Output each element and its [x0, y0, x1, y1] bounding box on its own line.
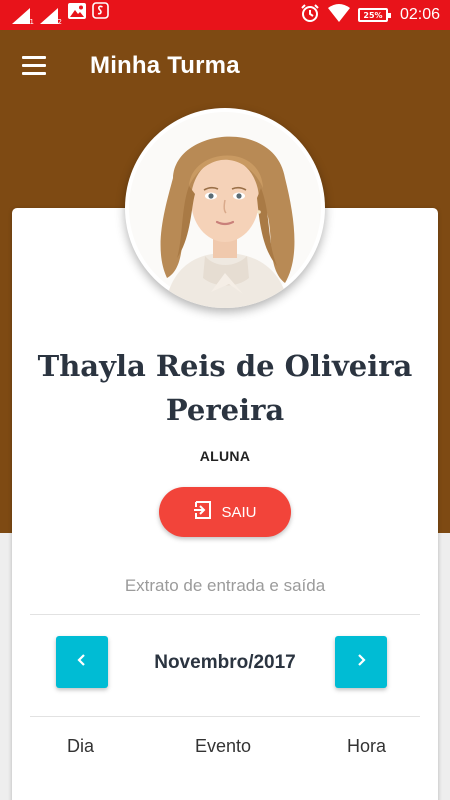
status-right-icons: 25% 02:06 — [300, 3, 440, 28]
divider — [30, 614, 420, 615]
exit-icon — [193, 500, 213, 524]
battery-icon: 25% — [357, 8, 391, 22]
student-avatar — [125, 108, 325, 308]
status-button-label: SAIU — [221, 503, 257, 521]
column-header-time: Hora — [347, 736, 387, 756]
status-exit-button[interactable]: SAIU — [159, 487, 291, 537]
app-title: Minha Turma — [90, 52, 240, 79]
status-bar: 1 2 25% 02:06 — [0, 0, 450, 30]
image-icon — [68, 3, 86, 24]
alarm-icon — [300, 3, 320, 28]
next-month-button[interactable] — [335, 636, 387, 688]
signal-icon: 2 — [40, 6, 62, 26]
student-name: Thayla Reis de Oliveira Pereira — [37, 349, 413, 427]
app-bar: Minha Turma — [0, 30, 450, 102]
menu-icon[interactable] — [22, 56, 48, 76]
status-left-icons: 1 2 — [12, 2, 109, 26]
app-notification-icon — [92, 2, 109, 24]
chevron-right-icon — [355, 653, 367, 672]
column-header-day: Dia — [67, 736, 95, 756]
signal-icon: 1 — [12, 6, 34, 26]
column-header-event: Evento — [195, 736, 252, 756]
statement-title: Extrato de entrada e saída — [124, 576, 326, 595]
clock-time: 02:06 — [399, 6, 440, 23]
wifi-icon — [327, 3, 350, 27]
student-role: ALUNA — [199, 448, 251, 464]
divider — [30, 716, 420, 717]
